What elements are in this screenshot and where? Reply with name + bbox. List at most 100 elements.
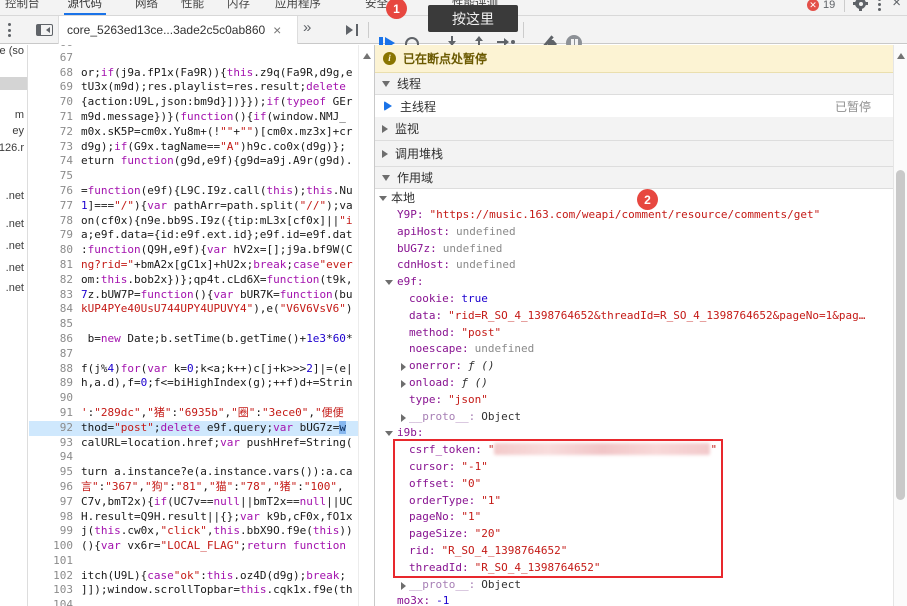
scroll-up-icon[interactable] xyxy=(363,53,371,59)
navigator-item-fragment[interactable]: .net xyxy=(6,218,24,230)
scope-row-onerror[interactable]: onerror:ƒ () xyxy=(375,358,893,375)
panel-tab[interactable]: 控制台 xyxy=(5,0,40,16)
more-tabs-icon[interactable]: » xyxy=(303,19,311,36)
line-number[interactable]: 92 xyxy=(29,421,81,436)
chevron-right-icon[interactable] xyxy=(401,363,406,371)
line-number[interactable]: 95 xyxy=(29,465,81,480)
line-number[interactable]: 69 xyxy=(29,80,81,95)
code-line[interactable]: 67 xyxy=(29,51,358,66)
file-tab[interactable]: core_5263ed13ce...3ade2c5c0ab860 × xyxy=(58,16,298,44)
line-number[interactable]: 86 xyxy=(29,332,81,347)
scroll-up-icon[interactable] xyxy=(897,53,905,59)
navigator-item-fragment[interactable]: ey xyxy=(12,125,24,137)
line-number[interactable]: 102 xyxy=(29,569,81,584)
line-number[interactable]: 70 xyxy=(29,95,81,110)
code-line[interactable]: 72m0x.sK5P=cm0x.Yu8m+(!""+"")[cm0x.mz3x]… xyxy=(29,125,358,140)
settings-gear-icon[interactable] xyxy=(854,0,867,10)
code-line[interactable]: 81ng?rid="+bmA2x[gC1x]+hU2x;break;case"e… xyxy=(29,258,358,273)
code-line[interactable]: 771]==="/"){var pathArr=path.split("//")… xyxy=(29,199,358,214)
line-number[interactable]: 71 xyxy=(29,110,81,125)
line-number[interactable]: 80 xyxy=(29,243,81,258)
editor-scrollbar[interactable] xyxy=(358,45,374,606)
chevron-down-icon[interactable] xyxy=(385,280,393,285)
code-line[interactable]: 98H.result=Q9H.result||{};var k9b,cF0x,f… xyxy=(29,510,358,525)
line-number[interactable]: 89 xyxy=(29,376,81,391)
line-number[interactable]: 96 xyxy=(29,480,81,495)
code-line[interactable]: 102itch(U9L){case"ok":this.oz4D(d9g);bre… xyxy=(29,569,358,584)
navigator-item-fragment[interactable]: .net xyxy=(6,282,24,294)
code-line[interactable]: 78on(cf0x){n9e.bb9S.I9z({tip:mL3x[cf0x]|… xyxy=(29,214,358,229)
scope-row-onload[interactable]: onload:ƒ () xyxy=(375,375,893,392)
line-number[interactable]: 81 xyxy=(29,258,81,273)
error-count-badge[interactable]: ✕ 19 xyxy=(807,0,835,12)
devtools-menu-icon[interactable] xyxy=(876,0,883,11)
sidebar-section-作用域[interactable]: 作用域 xyxy=(375,167,893,189)
line-number[interactable]: 67 xyxy=(29,51,81,66)
code-line[interactable]: 96言":"367","狗":"81","猫":"78","猪":"100", xyxy=(29,480,358,495)
hide-navigator-icon[interactable] xyxy=(36,24,53,36)
chevron-down-icon[interactable] xyxy=(385,431,393,436)
line-number[interactable]: 91 xyxy=(29,406,81,421)
code-line[interactable]: 94 xyxy=(29,450,358,465)
sidebar-section-线程[interactable]: 线程 xyxy=(375,73,893,95)
code-line[interactable]: 101 xyxy=(29,554,358,569)
scope-local-row[interactable]: 本地 xyxy=(375,190,893,207)
navigator-item-fragment[interactable]: e (so xyxy=(0,45,24,57)
code-editor[interactable]: 666768or;if(j9a.fP1x(Fa9R)){this.z9q(Fa9… xyxy=(29,45,358,606)
scope-row-e9f[interactable]: e9f: xyxy=(375,274,893,291)
code-line[interactable]: 85 xyxy=(29,317,358,332)
panel-tab[interactable]: 内存 xyxy=(227,0,250,16)
line-number[interactable]: 76 xyxy=(29,184,81,199)
scroll-tabs-end-icon[interactable] xyxy=(345,24,359,36)
line-number[interactable]: 94 xyxy=(29,450,81,465)
code-line[interactable]: 104 xyxy=(29,598,358,606)
line-number[interactable]: 88 xyxy=(29,362,81,377)
panel-tab[interactable]: 网络 xyxy=(135,0,158,16)
line-number[interactable]: 78 xyxy=(29,214,81,229)
code-line[interactable]: 95turn a.instance?e(a.instance.vars()):a… xyxy=(29,465,358,480)
code-line[interactable]: 86 b=new Date;b.setTime(b.getTime()+1e3*… xyxy=(29,332,358,347)
panel-tab[interactable]: 应用程序 xyxy=(275,0,321,16)
line-number[interactable]: 73 xyxy=(29,140,81,155)
line-number[interactable]: 97 xyxy=(29,495,81,510)
sidebar-section-监视[interactable]: 监视 xyxy=(375,117,893,141)
code-line[interactable]: 88f(j%4)for(var k=0;k<a;k++)c[j+k>>>2]|=… xyxy=(29,362,358,377)
line-number[interactable]: 72 xyxy=(29,125,81,140)
line-number[interactable]: 77 xyxy=(29,199,81,214)
line-number[interactable]: 84 xyxy=(29,302,81,317)
code-line[interactable]: 93calURL=location.href;var pushHref=Stri… xyxy=(29,436,358,451)
line-number[interactable]: 99 xyxy=(29,524,81,539)
panel-tab[interactable]: 源代码 xyxy=(68,0,103,16)
code-line[interactable]: 97C7v,bmT2x){if(UC7v==null||bmT2x==null|… xyxy=(29,495,358,510)
sources-menu-icon[interactable] xyxy=(8,23,11,37)
code-line[interactable]: 837z.bUW7P=function(){var bUR7K=function… xyxy=(29,288,358,303)
navigator-item-fragment[interactable]: .net xyxy=(6,240,24,252)
code-line[interactable]: 69tU3x(m9d);res.playlist=res.result;dele… xyxy=(29,80,358,95)
code-line[interactable]: 103]]);window.scrollTopbar=this.cqk1x.f9… xyxy=(29,583,358,598)
thread-row[interactable]: 主线程已暂停 xyxy=(375,95,893,117)
navigator-item-fragment[interactable]: 126.r xyxy=(0,142,24,154)
panel-tab[interactable]: 安全 xyxy=(365,0,388,16)
line-number[interactable]: 79 xyxy=(29,228,81,243)
code-line[interactable]: 71m9d.message})}(function(){if(window.NM… xyxy=(29,110,358,125)
code-line[interactable]: 75 xyxy=(29,169,358,184)
code-line[interactable]: 80:function(Q9H,e9f){var hV2x=[];j9a.bf9… xyxy=(29,243,358,258)
navigator-strip[interactable]: mey126.r.net.net.net.net.nete (so xyxy=(0,45,28,606)
chevron-right-icon[interactable] xyxy=(401,380,406,388)
line-number[interactable]: 82 xyxy=(29,273,81,288)
line-number[interactable]: 100 xyxy=(29,539,81,554)
navigator-selected-row[interactable] xyxy=(0,77,27,90)
code-line[interactable]: 79a;e9f.data={id:e9f.ext.id};e9f.id=e9f.… xyxy=(29,228,358,243)
code-line[interactable]: 99j(this.cw0x,"click",this.bbX9O.f9e(thi… xyxy=(29,524,358,539)
line-number[interactable]: 74 xyxy=(29,154,81,169)
code-line[interactable]: 70{action:U9L,json:bm9d}])}});if(typeof … xyxy=(29,95,358,110)
line-number[interactable]: 101 xyxy=(29,554,81,569)
line-number[interactable]: 98 xyxy=(29,510,81,525)
code-line[interactable]: 74eturn function(g9d,e9f){g9d=a9j.A9r(g9… xyxy=(29,154,358,169)
code-line[interactable]: 68or;if(j9a.fP1x(Fa9R)){this.z9q(Fa9R,d9… xyxy=(29,66,358,81)
line-number[interactable]: 83 xyxy=(29,288,81,303)
file-tab-close-icon[interactable]: × xyxy=(273,23,281,37)
panel-tab[interactable]: 性能 xyxy=(181,0,204,16)
navigator-item-fragment[interactable]: m xyxy=(15,109,24,121)
sidebar-section-调用堆栈[interactable]: 调用堆栈 xyxy=(375,141,893,167)
